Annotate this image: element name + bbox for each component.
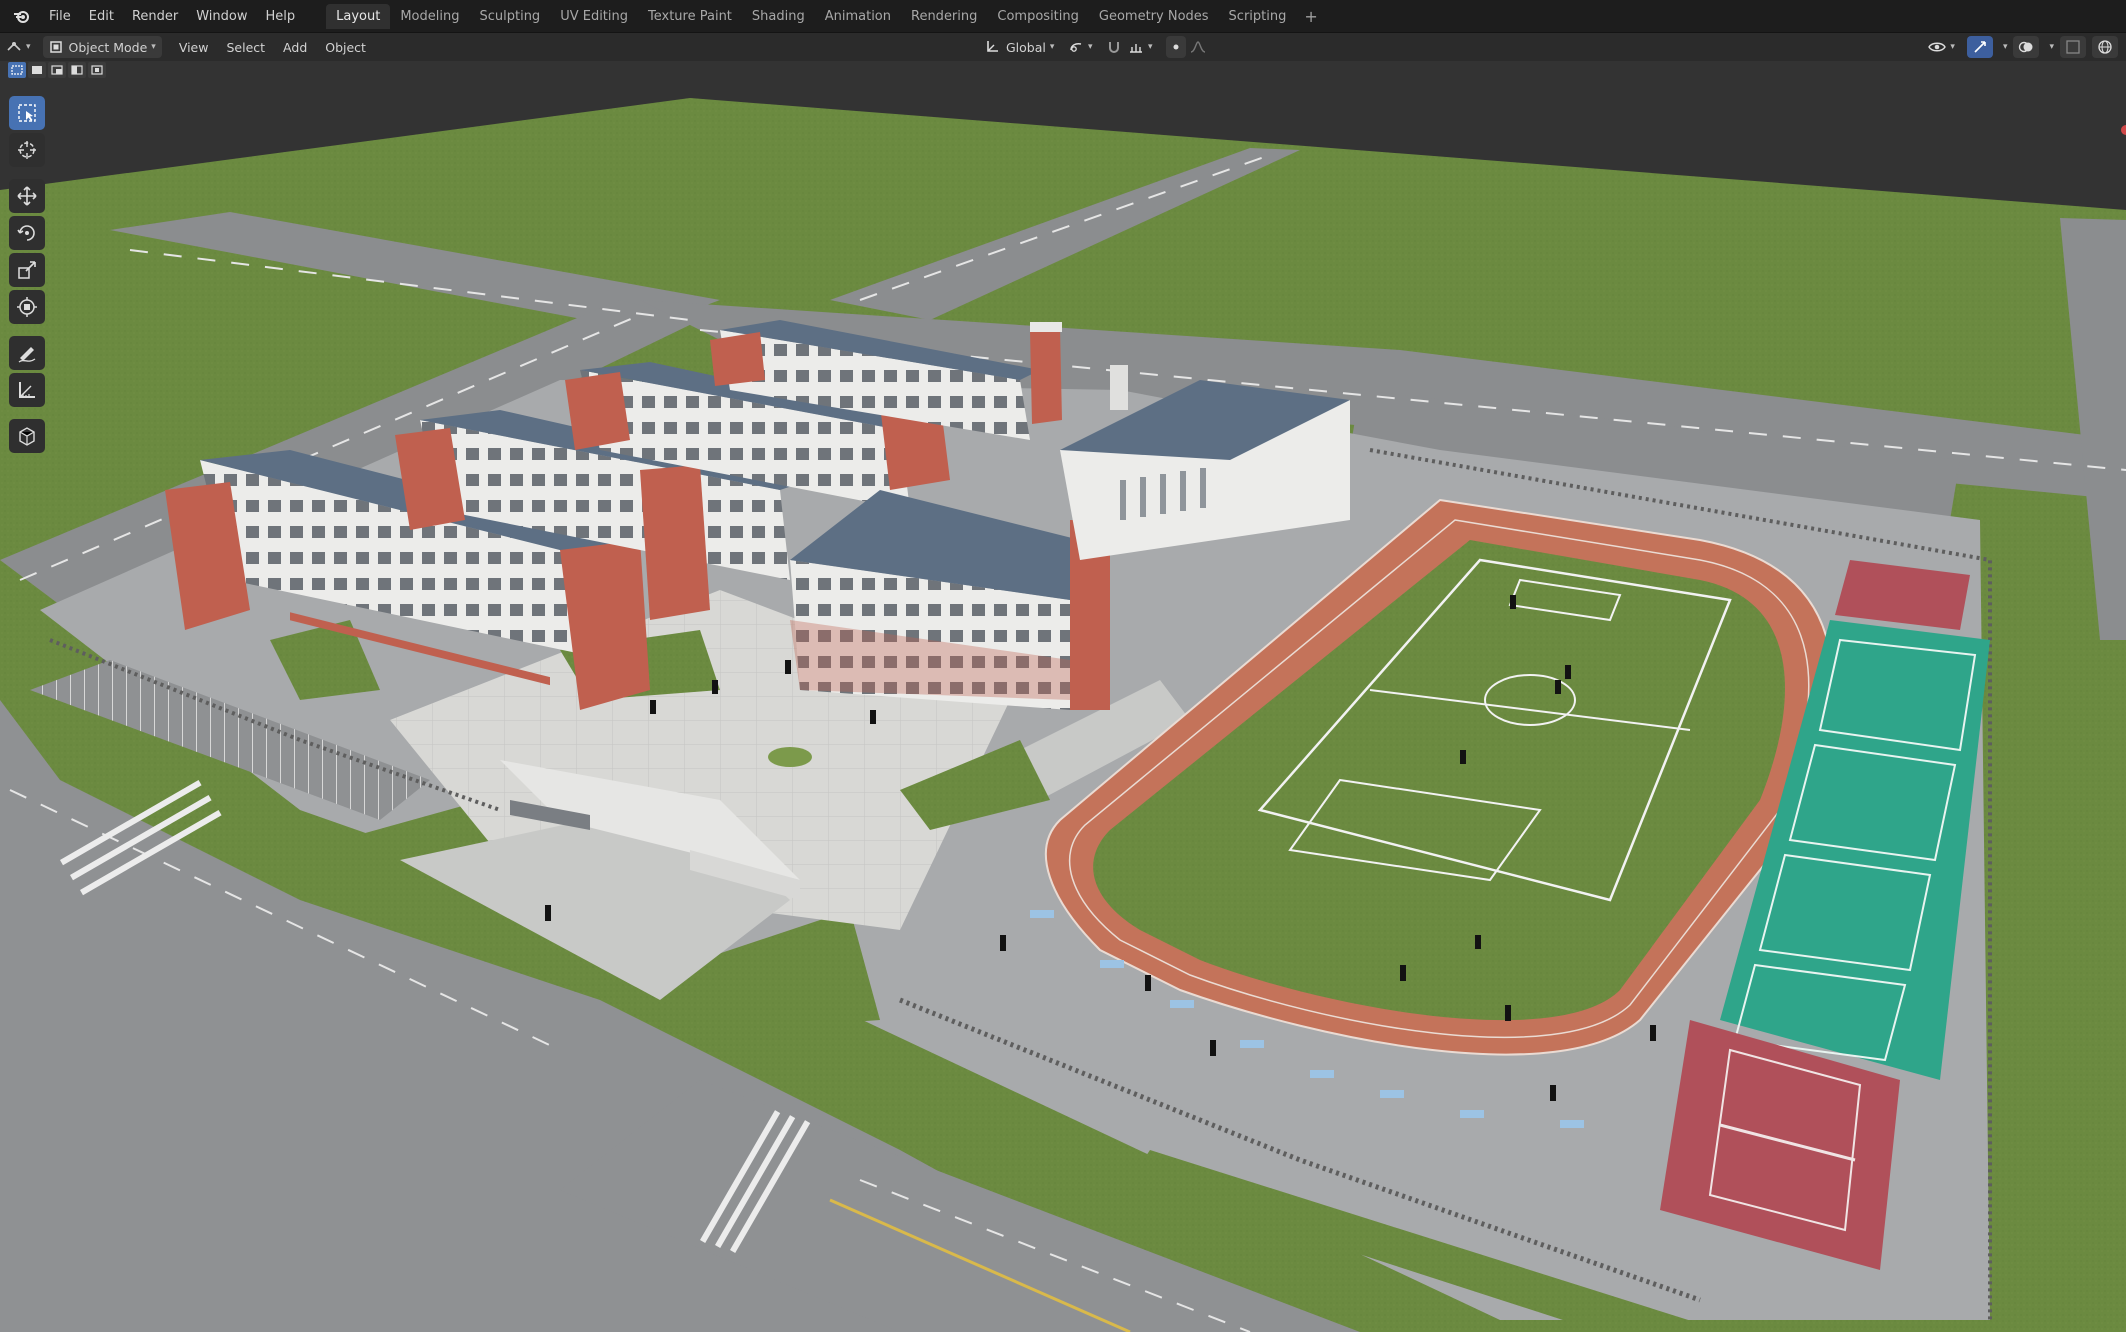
select-extend-icon <box>32 66 42 74</box>
select-box-tool[interactable] <box>9 96 45 130</box>
falloff-curve-icon <box>1190 41 1206 53</box>
tab-shading[interactable]: Shading <box>742 4 815 29</box>
menu-add[interactable]: Add <box>274 40 316 55</box>
editor-type-button[interactable]: ▾ <box>0 36 37 58</box>
select-new-button[interactable] <box>8 62 26 78</box>
overlays-icon <box>2019 41 2033 53</box>
object-mode-icon <box>49 41 62 53</box>
scene-render <box>0 61 2126 1332</box>
transform-tool[interactable] <box>9 290 45 324</box>
menu-window[interactable]: Window <box>187 0 256 33</box>
snap-target-dropdown[interactable]: ▾ <box>1122 36 1159 58</box>
tab-layout[interactable]: Layout <box>326 3 391 29</box>
xray-toggle[interactable] <box>2060 36 2086 58</box>
tab-animation[interactable]: Animation <box>815 4 901 29</box>
annotate-pencil-icon <box>18 347 36 363</box>
editor-type-icon <box>7 42 21 51</box>
xray-icon <box>2066 40 2080 54</box>
object-mode-dropdown[interactable]: Object Mode ▾ <box>42 36 162 58</box>
viewport-header-right: ▾ ▾ ▾ <box>1922 36 2118 58</box>
snap-magnet-icon <box>1109 42 1119 53</box>
tab-scripting[interactable]: Scripting <box>1219 4 1297 29</box>
wireframe-shading-button[interactable] <box>2092 36 2118 58</box>
workspace-tabs: Layout Modeling Sculpting UV Editing Tex… <box>326 0 1326 33</box>
cursor-tool[interactable] <box>9 133 45 167</box>
add-cube-tool[interactable] <box>9 419 45 453</box>
chevron-down-icon: ▾ <box>151 42 156 52</box>
select-extend-button[interactable] <box>28 62 46 78</box>
overlays-toggle[interactable] <box>2013 36 2040 58</box>
select-intersect-button[interactable] <box>88 62 106 78</box>
eye-icon <box>1928 42 1947 52</box>
select-box-icon <box>18 104 36 122</box>
add-workspace-button[interactable]: + <box>1296 7 1325 26</box>
pivot-point-dropdown[interactable]: ▾ <box>1062 36 1099 58</box>
menu-object[interactable]: Object <box>316 40 375 55</box>
tab-uv-editing[interactable]: UV Editing <box>550 4 638 29</box>
chevron-down-icon[interactable]: ▾ <box>2049 36 2054 58</box>
gizmo-icon <box>1974 41 1986 53</box>
chevron-down-icon: ▾ <box>1148 42 1153 52</box>
selection-mode-buttons <box>8 62 106 78</box>
3d-viewport[interactable] <box>0 61 2126 1332</box>
tab-geometry-nodes[interactable]: Geometry Nodes <box>1089 4 1219 29</box>
proportional-edit-toggle[interactable] <box>1166 36 1186 58</box>
tab-compositing[interactable]: Compositing <box>987 4 1089 29</box>
menu-file[interactable]: File <box>40 0 80 33</box>
object-mode-label: Object Mode <box>68 39 148 55</box>
select-subtract-button[interactable] <box>48 62 66 78</box>
scale-icon <box>18 261 36 279</box>
select-invert-button[interactable] <box>68 62 86 78</box>
proportional-edit-icon <box>1173 44 1179 50</box>
tab-texture-paint[interactable]: Texture Paint <box>638 4 742 29</box>
select-subtract-icon <box>51 65 63 75</box>
menu-edit[interactable]: Edit <box>80 0 123 33</box>
pivot-point-icon <box>1070 43 1082 52</box>
orientation-label: Global <box>1006 39 1046 55</box>
transform-icon <box>17 297 37 317</box>
viewport-header: ▾ Object Mode ▾ View Select Add Object G… <box>0 33 2126 61</box>
select-intersect-icon <box>91 65 103 75</box>
rotate-icon <box>17 225 35 241</box>
tab-sculpting[interactable]: Sculpting <box>469 4 550 29</box>
menu-view[interactable]: View <box>170 40 218 55</box>
add-cube-icon <box>19 427 35 446</box>
chevron-down-icon: ▾ <box>1088 42 1093 52</box>
chevron-down-icon: ▾ <box>1049 42 1055 52</box>
gizmo-toggle[interactable] <box>1966 36 1993 58</box>
snap-increment-icon <box>1130 44 1142 53</box>
transform-orientation-dropdown[interactable]: Global ▾ <box>978 36 1060 58</box>
cursor-icon <box>18 141 36 159</box>
annotate-tool[interactable] <box>9 336 45 370</box>
wireframe-sphere-icon <box>2098 40 2112 54</box>
menu-select[interactable]: Select <box>217 40 274 55</box>
menu-help[interactable]: Help <box>257 0 305 33</box>
move-tool[interactable] <box>9 179 45 213</box>
blender-logo-icon[interactable] <box>10 5 32 27</box>
scale-tool[interactable] <box>9 253 45 287</box>
menu-render[interactable]: Render <box>123 0 187 33</box>
tab-modeling[interactable]: Modeling <box>390 4 469 29</box>
move-arrows-icon <box>17 186 37 206</box>
chevron-down-icon: ▾ <box>1950 42 1955 52</box>
measure-ruler-icon <box>19 382 35 398</box>
chevron-down-icon: ▾ <box>26 42 31 52</box>
proportional-falloff-dropdown[interactable] <box>1184 36 1212 58</box>
select-invert-icon <box>71 65 83 75</box>
chevron-down-icon[interactable]: ▾ <box>2003 36 2008 58</box>
select-new-icon <box>11 65 23 75</box>
tab-rendering[interactable]: Rendering <box>901 4 987 29</box>
measure-tool[interactable] <box>9 373 45 407</box>
object-visibility-dropdown[interactable]: ▾ <box>1922 36 1961 58</box>
top-bar: File Edit Render Window Help Layout Mode… <box>0 0 2126 33</box>
orientation-axes-icon <box>987 41 998 52</box>
rotate-tool[interactable] <box>9 216 45 250</box>
tool-shelf <box>9 96 45 453</box>
